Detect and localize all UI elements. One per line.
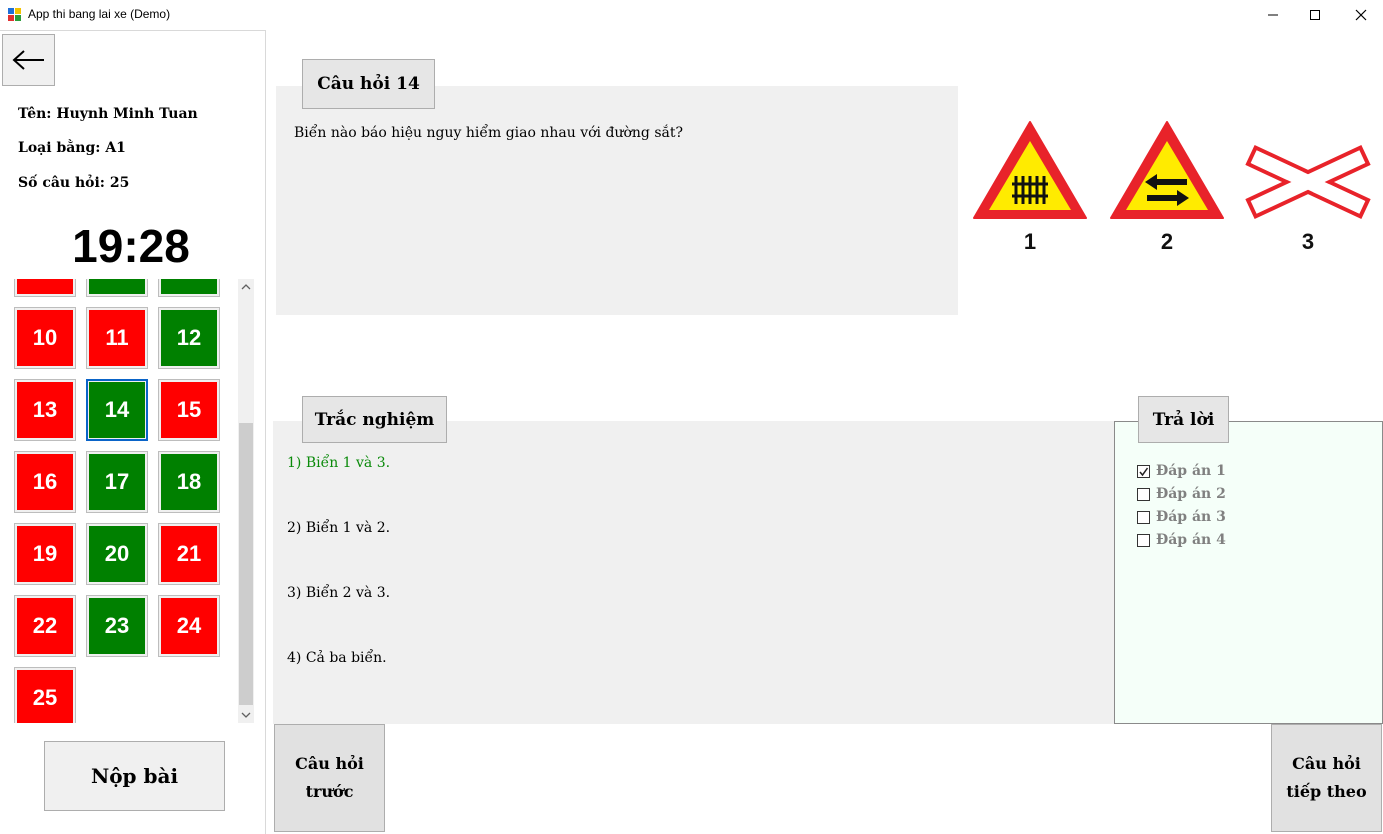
scroll-down-button[interactable] [238, 707, 254, 723]
scroll-thumb[interactable] [239, 423, 253, 705]
question-button-13[interactable]: 13 [14, 379, 76, 441]
options-label: Trắc nghiệm [302, 396, 447, 443]
answer-label-1: Đáp án 1 [1156, 463, 1226, 479]
question-button-15[interactable]: 15 [158, 379, 220, 441]
checkbox[interactable] [1137, 464, 1150, 478]
option-4: 4) Cả ba biển. [287, 650, 387, 666]
sign-2-label: 2 [1161, 229, 1173, 254]
checkmark-icon [1139, 467, 1149, 476]
question-grid: 10 11 12 13 14 15 16 17 18 19 20 21 22 23 24 25 [14, 279, 236, 723]
question-button-number: 22 [17, 598, 73, 654]
next-label-line2: tiếp theo [1286, 782, 1367, 801]
option-3: 3) Biển 2 và 3. [287, 585, 391, 601]
answer-label-2: Đáp án 2 [1156, 486, 1226, 502]
question-button-number [161, 279, 217, 294]
back-button[interactable] [2, 34, 55, 86]
license-type: Loại bằng: A1 [18, 140, 126, 156]
maximize-button[interactable] [1292, 0, 1338, 30]
answer-checkbox-2[interactable]: Đáp án 2 [1137, 486, 1226, 502]
question-button-14[interactable]: 14 [86, 379, 148, 441]
options-panel [273, 421, 1115, 724]
sign-1-label: 1 [1024, 229, 1036, 254]
prev-label-line2: trước [305, 782, 354, 801]
question-button-10[interactable]: 10 [14, 307, 76, 369]
previous-question-button[interactable]: Câu hỏi trước [274, 724, 385, 832]
answer-checkbox-1[interactable]: Đáp án 1 [1137, 463, 1226, 479]
next-label-line1: Câu hỏi [1292, 754, 1361, 773]
answer-label: Trả lời [1138, 396, 1229, 443]
question-button-number [17, 279, 73, 294]
question-button-16[interactable]: 16 [14, 451, 76, 513]
question-button-number: 12 [161, 310, 217, 366]
question-button-12[interactable]: 12 [158, 307, 220, 369]
maximize-icon [1310, 10, 1320, 20]
checkbox[interactable] [1137, 487, 1150, 501]
countdown-timer: 19:28 [72, 220, 190, 272]
answer-label-4: Đáp án 4 [1156, 532, 1226, 548]
option-1: 1) Biển 1 và 3. [287, 455, 391, 471]
question-button-number: 20 [89, 526, 145, 582]
title-bar: App thi bang lai xe (Demo) [0, 0, 1383, 30]
close-icon [1355, 9, 1367, 21]
question-button[interactable] [14, 279, 76, 297]
question-count: Số câu hỏi: 25 [18, 175, 130, 191]
question-text: Biển nào báo hiệu nguy hiểm giao nhau vớ… [294, 125, 683, 141]
scroll-up-button[interactable] [238, 279, 254, 295]
minimize-button[interactable] [1250, 0, 1296, 30]
sign-1-railway-crossing-barrier: 1 [973, 121, 1087, 254]
answer-label-3: Đáp án 3 [1156, 509, 1226, 525]
student-name: Tên: Huynh Minh Tuan [18, 106, 198, 122]
question-button-number: 19 [17, 526, 73, 582]
prev-label-line1: Câu hỏi [295, 754, 364, 773]
question-button-number: 11 [89, 310, 145, 366]
chevron-up-icon [241, 284, 251, 290]
question-button-number: 25 [17, 670, 73, 723]
question-button-24[interactable]: 24 [158, 595, 220, 657]
sign-3-railway-cross: 3 [1245, 144, 1371, 254]
next-question-button[interactable]: Câu hỏi tiếp theo [1271, 724, 1382, 832]
window-title: App thi bang lai xe (Demo) [28, 7, 171, 21]
question-button-number [89, 279, 145, 294]
question-button-11[interactable]: 11 [86, 307, 148, 369]
question-button-number: 17 [89, 454, 145, 510]
traffic-signs-image: 1 2 3 [973, 121, 1371, 254]
question-button[interactable] [86, 279, 148, 297]
question-button[interactable] [158, 279, 220, 297]
option-2: 2) Biển 1 và 2. [287, 520, 391, 536]
answer-checkbox-3[interactable]: Đáp án 3 [1137, 509, 1226, 525]
checkbox[interactable] [1137, 533, 1150, 547]
sign-3-label: 3 [1302, 229, 1314, 254]
submit-button[interactable]: Nộp bài [44, 741, 225, 811]
question-button-number: 23 [89, 598, 145, 654]
answer-checkbox-4[interactable]: Đáp án 4 [1137, 532, 1226, 548]
question-grid-scrollbar[interactable] [238, 279, 254, 723]
question-button-number: 15 [161, 382, 217, 438]
question-button-number: 24 [161, 598, 217, 654]
question-button-25[interactable]: 25 [14, 667, 76, 723]
sign-2-two-way-traffic: 2 [1110, 121, 1224, 254]
question-button-number: 18 [161, 454, 217, 510]
arrow-left-icon [12, 50, 44, 70]
close-button[interactable] [1338, 0, 1383, 30]
question-button-number: 10 [17, 310, 73, 366]
checkbox[interactable] [1137, 510, 1150, 524]
question-button-21[interactable]: 21 [158, 523, 220, 585]
question-button-17[interactable]: 17 [86, 451, 148, 513]
question-button-number: 14 [89, 382, 145, 438]
app-icon [8, 8, 22, 21]
question-button-18[interactable]: 18 [158, 451, 220, 513]
sidebar: Tên: Huynh Minh Tuan Loại bằng: A1 Số câ… [0, 30, 266, 834]
question-button-23[interactable]: 23 [86, 595, 148, 657]
chevron-down-icon [241, 712, 251, 718]
question-button-number: 21 [161, 526, 217, 582]
question-button-22[interactable]: 22 [14, 595, 76, 657]
question-button-19[interactable]: 19 [14, 523, 76, 585]
question-button-20[interactable]: 20 [86, 523, 148, 585]
question-number-label: Câu hỏi 14 [302, 59, 435, 109]
question-button-number: 13 [17, 382, 73, 438]
question-panel [276, 86, 958, 315]
minimize-icon [1268, 14, 1278, 16]
question-button-number: 16 [17, 454, 73, 510]
